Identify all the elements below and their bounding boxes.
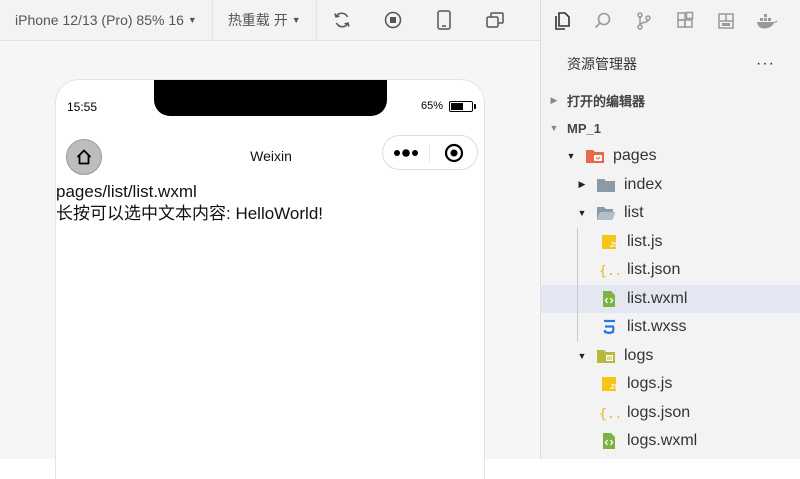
preview-button[interactable] <box>419 0 470 41</box>
tree-item-list-wxml[interactable]: list.wxml <box>541 284 800 313</box>
tree-item-pages[interactable]: ▼ pages <box>541 142 800 171</box>
tree-item-list-js[interactable]: JS list.js <box>541 228 800 257</box>
battery-icon <box>449 100 476 112</box>
svg-text:JS: JS <box>610 242 617 249</box>
wxml-file-icon <box>599 290 619 308</box>
tree-item-label: list.wxss <box>627 318 687 336</box>
folder-icon <box>596 176 616 194</box>
svg-text:{..}: {..} <box>599 264 619 278</box>
activity-layout-button[interactable] <box>705 0 746 41</box>
status-battery: 65% <box>420 100 476 112</box>
more-actions-button[interactable]: ··· <box>756 55 775 73</box>
menu-capsule <box>382 135 478 170</box>
svg-text:{..}: {..} <box>599 407 619 421</box>
chevron-down-icon: ▼ <box>549 123 559 133</box>
folder-open-icon <box>596 204 616 222</box>
activity-search-button[interactable] <box>582 0 623 41</box>
status-time: 15:55 <box>67 100 98 114</box>
chevron-down-icon: ▼ <box>291 15 301 25</box>
simulator-toolbar: iPhone 12/13 (Pro) 85% 16 ▼ 热重载 开 ▼ <box>0 0 540 41</box>
chevron-down-icon: ▼ <box>577 208 587 219</box>
tree-item-label: list <box>624 204 644 222</box>
wxml-file-icon <box>599 432 619 450</box>
chevron-right-icon: ▶ <box>550 94 558 105</box>
tree-item-label: logs.js <box>627 375 673 393</box>
device-select-label: iPhone 12/13 (Pro) 85% 16 <box>15 12 184 28</box>
explorer-icon <box>554 11 570 30</box>
chevron-down-icon: ▼ <box>187 15 197 25</box>
tree-item-label: logs.wxml <box>627 432 698 450</box>
capsule-divider <box>429 143 431 162</box>
activity-extensions-button[interactable] <box>664 0 705 41</box>
tree-item-index[interactable]: ▶ index <box>541 171 800 200</box>
tree-item-logs-wxml[interactable]: logs.wxml <box>541 427 800 456</box>
activity-bar <box>541 0 800 41</box>
hotreload-select-label: 热重载 开 <box>227 12 288 28</box>
tree-item-list-json[interactable]: {..} list.json <box>541 256 800 285</box>
svg-text:JS: JS <box>610 384 617 391</box>
docker-icon <box>756 13 777 28</box>
chevron-down-icon: ▼ <box>577 350 587 361</box>
chevron-right-icon: ▶ <box>578 179 586 190</box>
open-editors-section[interactable]: ▶ 打开的编辑器 <box>541 86 800 114</box>
tree-item-logs[interactable]: ▼ logs <box>541 342 800 371</box>
phone-preview-icon <box>437 10 451 30</box>
page-path-text: pages/list/list.wxml <box>56 182 197 201</box>
tree-item-label: pages <box>613 147 657 165</box>
simulator-area: 15:55 65% Weixin pages/list/list.wxml 长按… <box>0 41 540 479</box>
explorer-panel: 资源管理器 ··· ▶ 打开的编辑器 ▼ MP_1 ▼ pages ▶ index ▼ l… <box>540 0 800 459</box>
close-miniprogram-button[interactable] <box>432 138 476 168</box>
more-button[interactable] <box>384 138 428 168</box>
more-dots-icon <box>393 148 418 157</box>
page-content: pages/list/list.wxml 长按可以选中文本内容: HelloWo… <box>56 181 484 225</box>
js-file-icon: JS <box>599 233 619 251</box>
tree-item-label: index <box>624 175 663 193</box>
activity-source-control-button[interactable] <box>623 0 664 41</box>
search-icon <box>594 12 610 28</box>
logs-folder-icon <box>596 347 616 365</box>
project-section[interactable]: ▼ MP_1 <box>541 114 800 142</box>
source-control-icon <box>636 11 651 30</box>
tree-item-label: list.js <box>627 232 663 250</box>
js-file-icon: JS <box>599 375 619 393</box>
stop-button[interactable] <box>368 0 419 41</box>
file-tree: ▼ pages ▶ index ▼ list JS list.js {..} list.json l… <box>541 142 800 456</box>
explorer-header: 资源管理器 ··· <box>541 41 800 86</box>
explorer-title: 资源管理器 <box>567 55 637 72</box>
phone-notch <box>154 80 387 116</box>
chevron-down-icon: ▼ <box>566 151 576 162</box>
tree-item-label: list.wxml <box>627 289 688 307</box>
pages-folder-icon <box>585 147 605 165</box>
record-close-icon <box>445 143 464 162</box>
activity-explorer-button[interactable] <box>541 0 582 41</box>
json-file-icon: {..} <box>599 404 619 422</box>
stop-icon <box>384 11 402 29</box>
tree-item-label: logs.json <box>627 403 691 421</box>
battery-percent: 65% <box>420 100 443 112</box>
tree-item-list[interactable]: ▼ list <box>541 199 800 228</box>
layout-icon <box>717 12 734 29</box>
hotreload-select[interactable]: 热重载 开 ▼ <box>213 0 317 41</box>
selectable-text[interactable]: 长按可以选中文本内容: HelloWorld! <box>56 203 484 225</box>
compile-icon <box>334 12 350 28</box>
tree-item-label: logs <box>624 346 654 364</box>
device-select[interactable]: iPhone 12/13 (Pro) 85% 16 ▼ <box>0 0 213 41</box>
phone-frame: 15:55 65% Weixin pages/list/list.wxml 长按… <box>55 79 485 479</box>
tree-item-logs-json[interactable]: {..} logs.json <box>541 399 800 428</box>
new-window-button[interactable] <box>470 0 521 41</box>
tree-item-logs-js[interactable]: JS logs.js <box>541 370 800 399</box>
activity-docker-button[interactable] <box>746 0 787 41</box>
wxss-file-icon <box>599 318 619 336</box>
navigation-bar: Weixin <box>56 134 484 180</box>
window-icon <box>486 12 504 28</box>
open-editors-label: 打开的编辑器 <box>567 93 646 109</box>
tree-item-label: list.json <box>627 261 681 279</box>
tree-item-list-wxss[interactable]: list.wxss <box>541 313 800 342</box>
compile-button[interactable] <box>317 0 368 41</box>
extensions-icon <box>676 11 693 28</box>
json-file-icon: {..} <box>599 261 619 279</box>
project-label: MP_1 <box>567 120 601 136</box>
indent-guide <box>577 228 578 342</box>
